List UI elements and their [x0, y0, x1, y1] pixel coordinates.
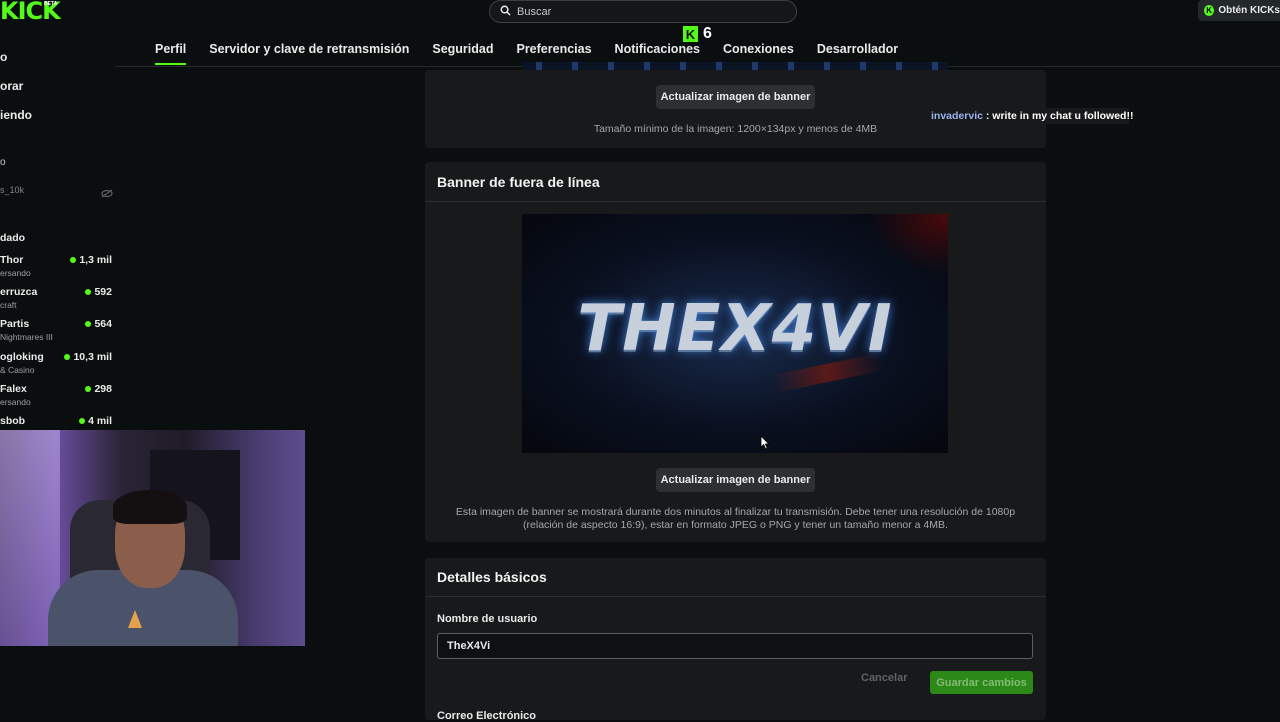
stream-overlay-badge: K 6 [683, 25, 712, 43]
search-icon [500, 3, 511, 21]
chat-overlay-message: invadervic : write in my chat u followed… [929, 108, 1133, 124]
stream-category: Nightmares III [0, 332, 53, 342]
basic-details-title: Detalles básicos [437, 569, 547, 585]
tab-seguridad[interactable]: Seguridad [432, 42, 493, 65]
sidebar-stream[interactable]: Thor ersando 1,3 mil [0, 254, 114, 278]
eye-off-icon[interactable] [101, 185, 113, 203]
chat-username: invadervic [931, 110, 983, 122]
offline-banner-note-2: (relación de aspecto 16:9), estar en for… [523, 519, 948, 531]
sidebar-nav-following[interactable]: iendo [0, 108, 32, 122]
cancel-button[interactable]: Cancelar [861, 672, 907, 684]
stream-category: craft [0, 300, 17, 310]
viewer-count: 592 [85, 286, 112, 298]
viewer-count: 10,3 mil [64, 351, 112, 363]
tab-perfil[interactable]: Perfil [155, 42, 187, 65]
sidebar-section-title: dado [0, 232, 26, 244]
live-dot-icon [85, 321, 92, 327]
search-bar[interactable] [489, 0, 797, 23]
tab-servidor[interactable]: Servidor y clave de retransmisión [209, 42, 409, 65]
stream-category: ersando [0, 268, 31, 278]
mouse-cursor-icon [760, 435, 770, 455]
offline-banner-card: Banner de fuera de línea THEX4VI Actuali… [425, 162, 1046, 542]
live-dot-icon [85, 386, 92, 392]
sidebar-stream[interactable]: sbob 4 mil [0, 415, 114, 427]
viewer-count: 1,3 mil [70, 254, 112, 266]
basic-details-card: Detalles básicos Nombre de usuario Cance… [425, 558, 1046, 722]
sidebar-nav-explore[interactable]: orar [0, 79, 23, 93]
get-kicks-label: Obtén KICKs [1218, 5, 1280, 16]
overlay-count: 6 [703, 25, 712, 42]
sidebar-nav-home[interactable]: o [0, 50, 7, 64]
search-input[interactable] [517, 5, 777, 18]
webcam-overlay [0, 430, 305, 646]
sidebar-stream[interactable]: ogloking & Casino 10,3 mil [0, 351, 114, 375]
sidebar-stream[interactable]: Falex ersando 298 [0, 383, 114, 407]
offline-banner-image: THEX4VI [522, 214, 948, 453]
update-banner-button[interactable]: Actualizar imagen de banner [656, 85, 815, 109]
viewer-count: 298 [85, 383, 112, 395]
card-divider [425, 596, 1046, 597]
offline-banner-title: Banner de fuera de línea [437, 174, 600, 190]
stream-category: & Casino [0, 365, 35, 375]
kick-coin-icon: K [1204, 5, 1215, 16]
email-label: Correo Electrónico [437, 710, 537, 722]
banner-image-text: THEX4VI [577, 292, 893, 366]
username-input[interactable] [437, 633, 1033, 659]
sidebar-stream[interactable]: Partis Nightmares III 564 [0, 318, 114, 342]
banner-image-preview [522, 62, 948, 70]
stream-category: ersando [0, 397, 31, 407]
sidebar-section-marker: o [0, 157, 6, 168]
live-dot-icon [85, 289, 92, 295]
sidebar-stream[interactable]: erruzca craft 592 [0, 286, 114, 310]
chat-message-text: : write in my chat u followed!! [982, 110, 1134, 122]
update-offline-banner-button[interactable]: Actualizar imagen de banner [656, 468, 815, 492]
live-dot-icon [64, 354, 71, 360]
save-changes-button[interactable]: Guardar cambios [930, 671, 1033, 694]
get-kicks-button[interactable]: K Obtén KICKs [1198, 0, 1280, 21]
banner-size-note: Tamaño mínimo de la imagen: 1200×134px y… [593, 123, 878, 135]
viewer-count: 564 [85, 318, 112, 330]
username-label: Nombre de usuario [437, 613, 538, 625]
viewer-count: 4 mil [79, 415, 112, 427]
card-divider [425, 201, 1046, 202]
offline-banner-note-1: Esta imagen de banner se mostrará durant… [455, 506, 1016, 518]
live-dot-icon [79, 418, 86, 424]
sidebar-small-label: s_10k [0, 185, 25, 195]
beta-badge: BETA [44, 1, 58, 7]
live-dot-icon [70, 257, 77, 263]
kick-badge-icon: K [683, 26, 698, 42]
